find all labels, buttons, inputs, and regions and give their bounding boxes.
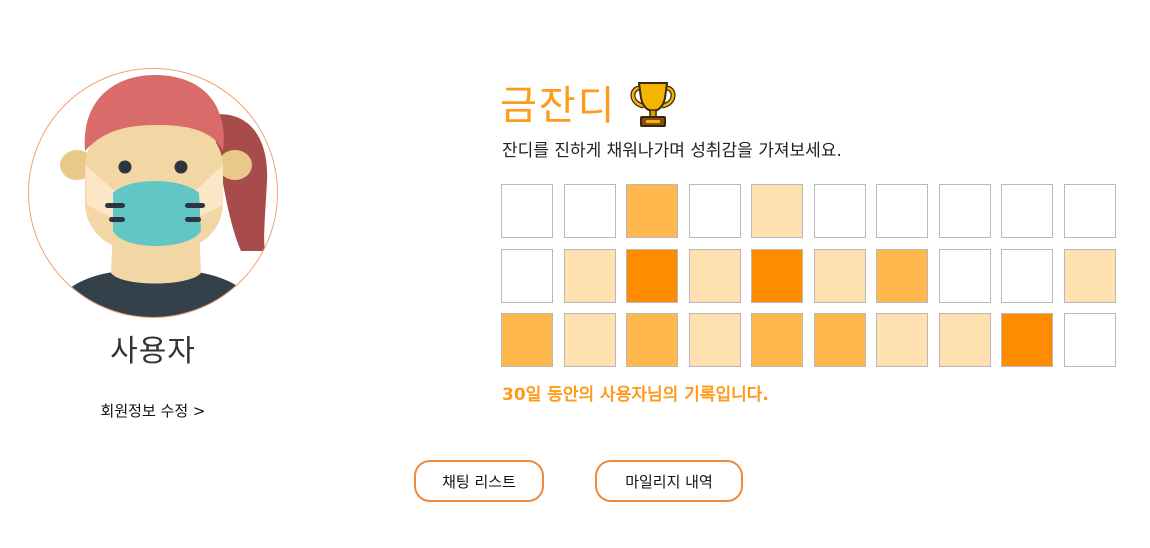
grass-cell: [1063, 248, 1116, 303]
grass-cell: [563, 313, 616, 367]
trophy-icon: [630, 80, 676, 132]
grass-cell: [813, 184, 866, 238]
record-caption: 30일 동안의 사용자님의 기록입니다.: [502, 385, 769, 405]
grass-subtitle: 잔디를 진하게 채워나가며 성취감을 가져보세요.: [502, 141, 842, 161]
grass-cell: [876, 184, 928, 238]
chat-list-button[interactable]: 채팅 리스트: [414, 460, 544, 502]
grass-cell: [813, 248, 866, 303]
grass-grid: [501, 184, 1116, 367]
grass-cell: [938, 313, 991, 367]
grass-cell: [1001, 313, 1053, 367]
grass-cell: [876, 248, 928, 303]
grass-cell: [501, 184, 553, 238]
grass-title: 금잔디: [500, 83, 617, 129]
avatar: [28, 68, 278, 318]
grass-cell: [563, 248, 616, 303]
grass-cell: [751, 313, 803, 367]
grass-cell: [813, 313, 866, 367]
grass-cell: [688, 313, 741, 367]
masked-user-avatar-icon: [49, 75, 268, 317]
grass-cell: [501, 313, 553, 367]
grass-cell: [688, 184, 741, 238]
grass-cell: [501, 248, 553, 303]
grass-cell: [751, 248, 803, 303]
grass-cell: [626, 184, 678, 238]
grass-cell: [626, 248, 678, 303]
grass-cell: [876, 313, 928, 367]
grass-cell: [938, 184, 991, 238]
grass-cell: [688, 248, 741, 303]
grass-cell: [1001, 184, 1053, 238]
grass-cell: [938, 248, 991, 303]
grass-title-row: 금잔디: [500, 78, 676, 134]
grass-cell: [626, 313, 678, 367]
edit-profile-link[interactable]: 회원정보 수정 >: [28, 400, 278, 421]
username: 사용자: [110, 334, 196, 369]
grass-cell: [1063, 184, 1116, 238]
mileage-history-button[interactable]: 마일리지 내역: [595, 460, 743, 502]
grass-cell: [751, 184, 803, 238]
grass-cell: [563, 184, 616, 238]
grass-cell: [1001, 248, 1053, 303]
profile-page: 사용자 회원정보 수정 > 금잔디 잔디를 진하게 채워나가며 성취감을 가져보…: [0, 0, 1150, 548]
grass-cell: [1063, 313, 1116, 367]
